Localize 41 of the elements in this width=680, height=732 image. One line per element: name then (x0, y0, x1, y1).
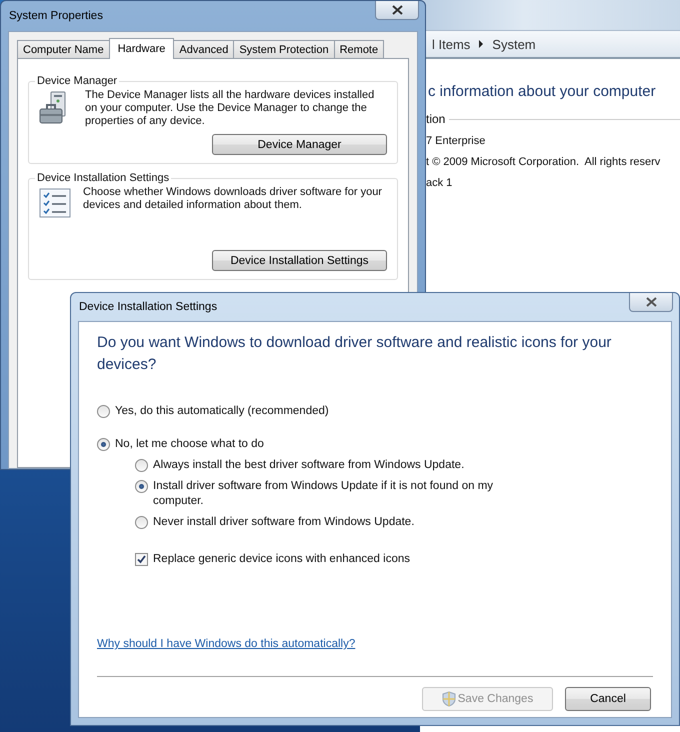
close-button[interactable] (629, 293, 673, 312)
checkbox[interactable] (135, 553, 148, 566)
checkbox-label: Replace generic device icons with enhanced icons (153, 552, 410, 567)
option-label: No, let me choose what to do (115, 437, 264, 452)
close-icon (646, 297, 656, 307)
info-text: t © 2009 Microsoft Corporation. All rights reserv (426, 156, 662, 168)
close-button[interactable] (375, 1, 419, 20)
group-action-button[interactable]: Device Installation Settings (212, 250, 387, 271)
page-heading: c information about your computer (428, 83, 657, 100)
tab[interactable]: System Protection (233, 40, 335, 58)
tab[interactable]: Computer Name (17, 40, 110, 58)
tab[interactable]: Advanced (173, 40, 234, 58)
tab[interactable]: Remote (334, 40, 384, 58)
radio-button[interactable] (135, 480, 148, 493)
description-text: Choose whether Windows downloads driver software for your devices and detailed information about them. (83, 186, 383, 212)
breadcrumb-item[interactable]: l Items (432, 36, 470, 52)
help-link[interactable]: Why should I have Windows do this automatically? (97, 638, 356, 650)
breadcrumb-arrow-icon (478, 40, 484, 48)
close-icon (392, 5, 402, 15)
option-label: Always install the best driver software from Windows Update. (153, 458, 464, 473)
info-text: ack 1 (426, 177, 454, 189)
option-label: Yes, do this automatically (recommended) (115, 404, 329, 419)
dialog-question: Do you want Windows to download driver software and realistic icons for your devices? (97, 333, 612, 375)
breadcrumb-item[interactable]: System (492, 36, 536, 52)
window-title: System Properties (9, 10, 103, 22)
option-label: Install driver software from Windows Update if it is not found on my computer. (153, 479, 494, 509)
group-title: Device Installation Settings (36, 172, 170, 184)
radio-button[interactable] (97, 438, 110, 451)
checklist-icon (39, 188, 71, 218)
group-title: Device Manager (36, 75, 118, 87)
info-text: 7 Enterprise (426, 135, 486, 147)
cancel-button[interactable]: Cancel (565, 687, 651, 711)
radio-button[interactable] (135, 516, 148, 529)
radio-button[interactable] (97, 405, 110, 418)
option-label: Never install driver software from Windows Update. (153, 515, 414, 530)
group-action-button[interactable]: Device Manager (212, 134, 387, 155)
dialog-title: Device Installation Settings (79, 301, 218, 313)
description-text: The Device Manager lists all the hardware devices installed on your computer. Use the Device Manager to change the properties of any device. (85, 89, 376, 128)
section-heading: tion (426, 112, 446, 126)
radio-button[interactable] (135, 459, 148, 472)
tab[interactable]: Hardware (108, 38, 174, 59)
